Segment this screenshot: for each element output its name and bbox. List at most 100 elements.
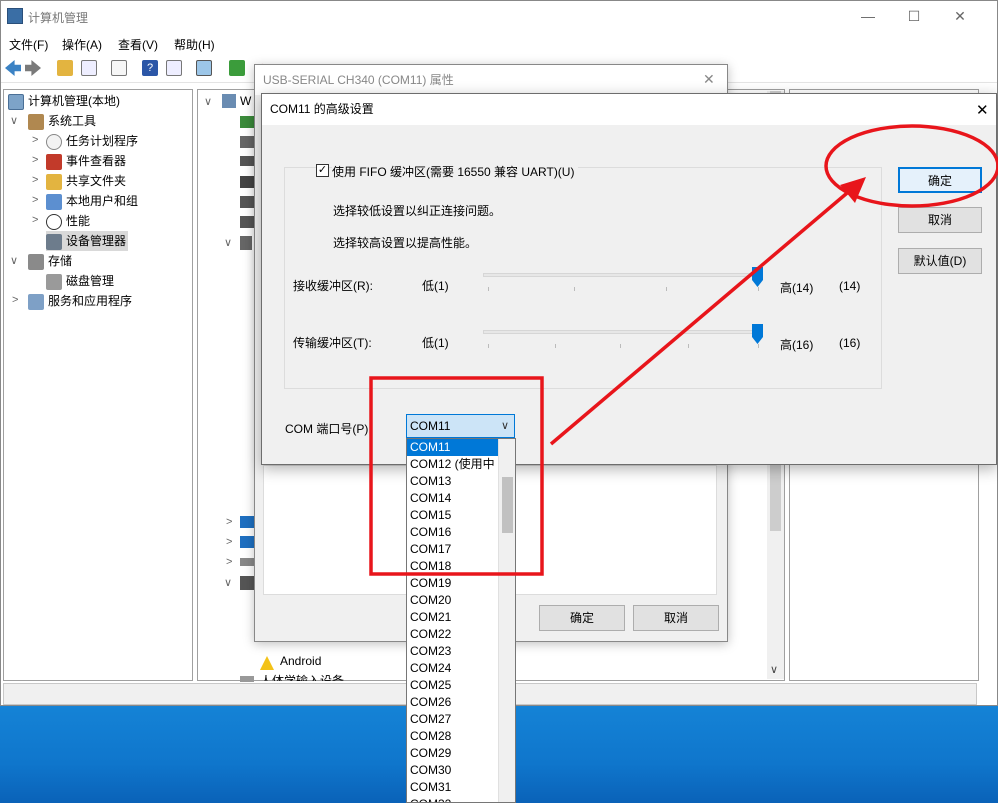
chevron-right-icon[interactable]: > (226, 556, 232, 568)
close-button[interactable]: ✕ (937, 1, 983, 31)
users-icon (46, 193, 62, 210)
tree-item-event-viewer[interactable]: 事件查看器 (46, 151, 126, 171)
menu-action[interactable]: 操作(A) (62, 36, 102, 53)
rx-buffer-slider[interactable] (483, 273, 759, 277)
action-pane-icon[interactable] (166, 60, 182, 76)
rx-low-label: 低(1) (422, 279, 449, 293)
dropdown-item[interactable]: COM25 (407, 677, 499, 694)
chevron-down-icon[interactable]: ∨ (770, 663, 778, 676)
tree-item-system-tools[interactable]: 系统工具 (28, 111, 96, 131)
tree-item-local-users-groups[interactable]: 本地用户和组 (46, 191, 138, 211)
com-port-dropdown-list[interactable]: COM11 COM12 (使用中 COM13 COM14 COM15 COM16 COM17… (406, 438, 516, 803)
maximize-button[interactable]: ☐ (891, 1, 937, 31)
dropdown-item[interactable]: COM14 (407, 490, 499, 507)
show-hide-tree-icon[interactable] (81, 60, 97, 76)
device-icon (240, 176, 254, 188)
fifo-label[interactable]: 使用 FIFO 缓冲区(需要 16550 兼容 UART)(U) (332, 163, 579, 180)
chevron-down-icon[interactable]: ∨ (204, 95, 212, 108)
dropdown-item[interactable]: COM18 (407, 558, 499, 575)
tree-item-disk-management[interactable]: 磁盘管理 (46, 271, 114, 291)
chevron-down-icon[interactable]: ∨ (224, 236, 232, 249)
menu-help[interactable]: 帮助(H) (174, 36, 215, 53)
dropdown-item[interactable]: COM22 (407, 626, 499, 643)
com-port-value: COM11 (410, 419, 451, 433)
tree-item-performance[interactable]: 性能 (46, 211, 90, 231)
update-driver-icon[interactable] (229, 60, 245, 76)
device-icon (240, 216, 254, 228)
tree-item-services-apps[interactable]: 服务和应用程序 (28, 291, 132, 311)
chevron-down-icon[interactable]: ∨ (224, 576, 232, 589)
chevron-down-icon[interactable]: ∨ (501, 415, 509, 437)
clock-icon (46, 133, 62, 150)
back-icon[interactable] (5, 60, 21, 76)
dropdown-item[interactable]: COM13 (407, 473, 499, 490)
dropdown-item[interactable]: COM19 (407, 575, 499, 592)
chevron-right-icon[interactable]: > (12, 294, 18, 306)
dropdown-item[interactable]: COM27 (407, 711, 499, 728)
tree-item-task-scheduler[interactable]: 任务计划程序 (46, 131, 138, 151)
dropdown-item[interactable]: COM15 (407, 507, 499, 524)
close-icon[interactable]: ✕ (976, 101, 989, 119)
dropdown-item[interactable]: COM12 (使用中 (407, 456, 499, 473)
dropdown-item[interactable]: COM31 (407, 779, 499, 796)
menu-view[interactable]: 查看(V) (118, 36, 158, 53)
dropdown-item[interactable]: COM16 (407, 524, 499, 541)
tick (666, 287, 667, 291)
properties-ok-button[interactable]: 确定 (539, 605, 625, 631)
cancel-button[interactable]: 取消 (898, 207, 982, 233)
dropdown-item[interactable]: COM20 (407, 592, 499, 609)
warning-icon (260, 656, 274, 670)
hint-high: 选择较高设置以提高性能。 (333, 236, 478, 250)
minimize-button[interactable]: — (845, 1, 891, 31)
dropdown-item[interactable]: COM26 (407, 694, 499, 711)
advanced-settings-title: COM11 的高级设置 (262, 94, 996, 125)
dropdown-item[interactable]: COM28 (407, 728, 499, 745)
navigation-tree: 计算机管理(本地) ∨ 系统工具 > 任务计划程序 > 事件查看器 > 共享文件… (3, 89, 193, 681)
dropdown-item[interactable]: COM32 (407, 796, 499, 802)
menu-file[interactable]: 文件(F) (9, 36, 48, 53)
chevron-right-icon[interactable]: > (226, 536, 232, 548)
close-icon[interactable]: ✕ (703, 71, 715, 88)
tree-item-shared-folders[interactable]: 共享文件夹 (46, 171, 126, 191)
fifo-checkbox[interactable]: ✓ (316, 164, 329, 177)
chevron-right-icon[interactable]: > (32, 154, 38, 166)
chevron-down-icon[interactable]: ∨ (10, 254, 18, 267)
properties-cancel-button[interactable]: 取消 (633, 605, 719, 631)
device-android[interactable]: Android (280, 654, 321, 668)
chevron-right-icon[interactable]: > (32, 134, 38, 146)
tree-item-storage[interactable]: 存储 (28, 251, 72, 271)
dropdown-item[interactable]: COM23 (407, 643, 499, 660)
dropdown-item[interactable]: COM11 (407, 439, 499, 456)
dropdown-item[interactable]: COM21 (407, 609, 499, 626)
chevron-down-icon[interactable]: ∨ (10, 114, 18, 127)
tree-item-computer-management[interactable]: 计算机管理(本地) (8, 91, 120, 111)
help-icon[interactable]: ? (142, 60, 158, 76)
rx-slider-thumb[interactable] (752, 267, 763, 287)
up-folder-icon[interactable] (57, 60, 73, 76)
computer-management-icon (8, 93, 24, 110)
dropdown-item[interactable]: COM24 (407, 660, 499, 677)
dropdown-item[interactable]: COM29 (407, 745, 499, 762)
chevron-right-icon[interactable]: > (32, 194, 38, 206)
chevron-right-icon[interactable]: > (32, 214, 38, 226)
hid-icon (240, 676, 254, 682)
properties-icon[interactable] (111, 60, 127, 76)
chevron-right-icon[interactable]: > (32, 174, 38, 186)
ok-button[interactable]: 确定 (898, 167, 982, 193)
com-port-select[interactable]: COM11 ∨ (406, 414, 515, 438)
dropdown-item[interactable]: COM30 (407, 762, 499, 779)
chevron-right-icon[interactable]: > (226, 516, 232, 528)
tree-item-device-manager[interactable]: 设备管理器 (46, 231, 129, 251)
storage-icon (28, 253, 44, 270)
forward-icon[interactable] (25, 60, 41, 76)
device-hid-partial[interactable]: 人体学输入设备 (260, 673, 344, 681)
services-icon (28, 293, 44, 310)
dropdown-scrollbar[interactable] (498, 439, 515, 802)
dropdown-item[interactable]: COM17 (407, 541, 499, 558)
default-button[interactable]: 默认值(D) (898, 248, 982, 274)
tx-buffer-slider[interactable] (483, 330, 759, 334)
tx-slider-thumb[interactable] (752, 324, 763, 344)
dropdown-scrollbar-thumb[interactable] (502, 477, 513, 533)
monitor-icon[interactable] (196, 60, 212, 76)
tick (758, 287, 759, 291)
